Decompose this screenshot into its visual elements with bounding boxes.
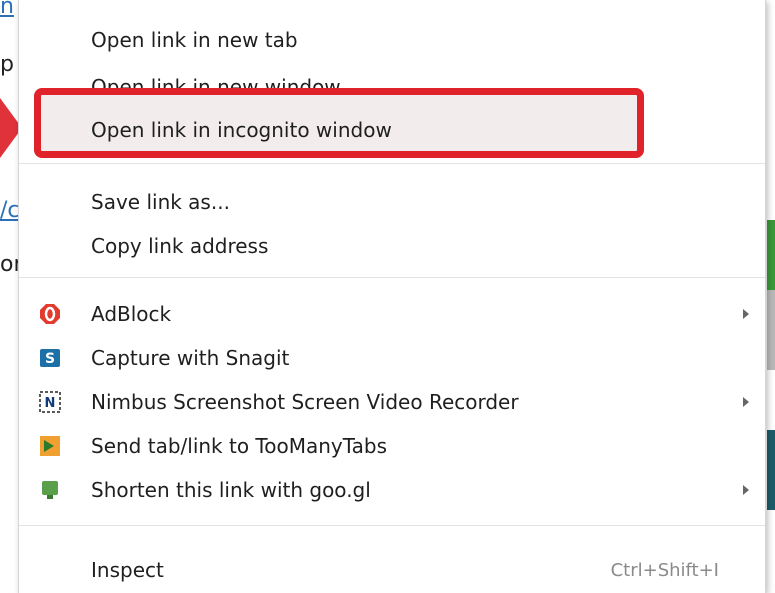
menu-item-label: Send tab/link to TooManyTabs (91, 434, 388, 458)
menu-item-adblock[interactable]: AdBlock (19, 292, 765, 336)
background-link-fragment: n (0, 0, 14, 19)
background-link-fragment: /c (0, 198, 20, 223)
menu-item-open-new-window[interactable]: Open link in new window (91, 68, 341, 88)
menu-separator (19, 525, 765, 526)
menu-item-inspect[interactable]: Inspect Ctrl+Shift+I (19, 548, 765, 592)
background-strip (767, 290, 775, 370)
menu-item-copy-link-address[interactable]: Copy link address (19, 224, 765, 268)
svg-text:S: S (45, 351, 55, 367)
menu-item-capture-snagit[interactable]: S Capture with Snagit (19, 336, 765, 380)
menu-item-save-link-as[interactable]: Save link as... (19, 180, 765, 224)
menu-item-label: Inspect (91, 558, 164, 582)
submenu-arrow-icon (743, 485, 749, 495)
snagit-icon: S (39, 347, 61, 369)
menu-item-label: Nimbus Screenshot Screen Video Recorder (91, 390, 519, 414)
adblock-icon (39, 303, 61, 325)
menu-item-label: Capture with Snagit (91, 346, 290, 370)
menu-separator (19, 277, 765, 278)
submenu-arrow-icon (743, 309, 749, 319)
menu-item-label: Open link in new tab (91, 28, 298, 52)
menu-item-shorten-googl[interactable]: Shorten this link with goo.gl (19, 468, 765, 512)
toomanytabs-icon (39, 435, 61, 457)
menu-separator (19, 163, 765, 164)
menu-item-label: Copy link address (91, 234, 269, 258)
menu-item-label: Shorten this link with goo.gl (91, 478, 371, 502)
menu-item-open-incognito[interactable]: Open link in incognito window (19, 108, 765, 152)
svg-text:N: N (45, 396, 56, 411)
menu-item-label: AdBlock (91, 302, 172, 326)
menu-item-label: Save link as... (91, 190, 230, 214)
background-strip (767, 220, 775, 290)
background-strip (767, 430, 775, 510)
menu-item-nimbus[interactable]: N Nimbus Screenshot Screen Video Recorde… (19, 380, 765, 424)
menu-item-label: Open link in incognito window (91, 118, 392, 142)
googl-icon (39, 479, 61, 501)
menu-item-open-new-tab[interactable]: Open link in new tab (19, 18, 765, 62)
menu-item-label: Open link in new window (91, 75, 341, 88)
context-menu: Open link in new tab Open link in new wi… (18, 0, 766, 593)
submenu-arrow-icon (743, 397, 749, 407)
menu-item-shortcut: Ctrl+Shift+I (610, 559, 719, 581)
nimbus-icon: N (39, 391, 61, 413)
menu-item-toomanytabs[interactable]: Send tab/link to TooManyTabs (19, 424, 765, 468)
background-text-fragment: p (0, 52, 14, 77)
